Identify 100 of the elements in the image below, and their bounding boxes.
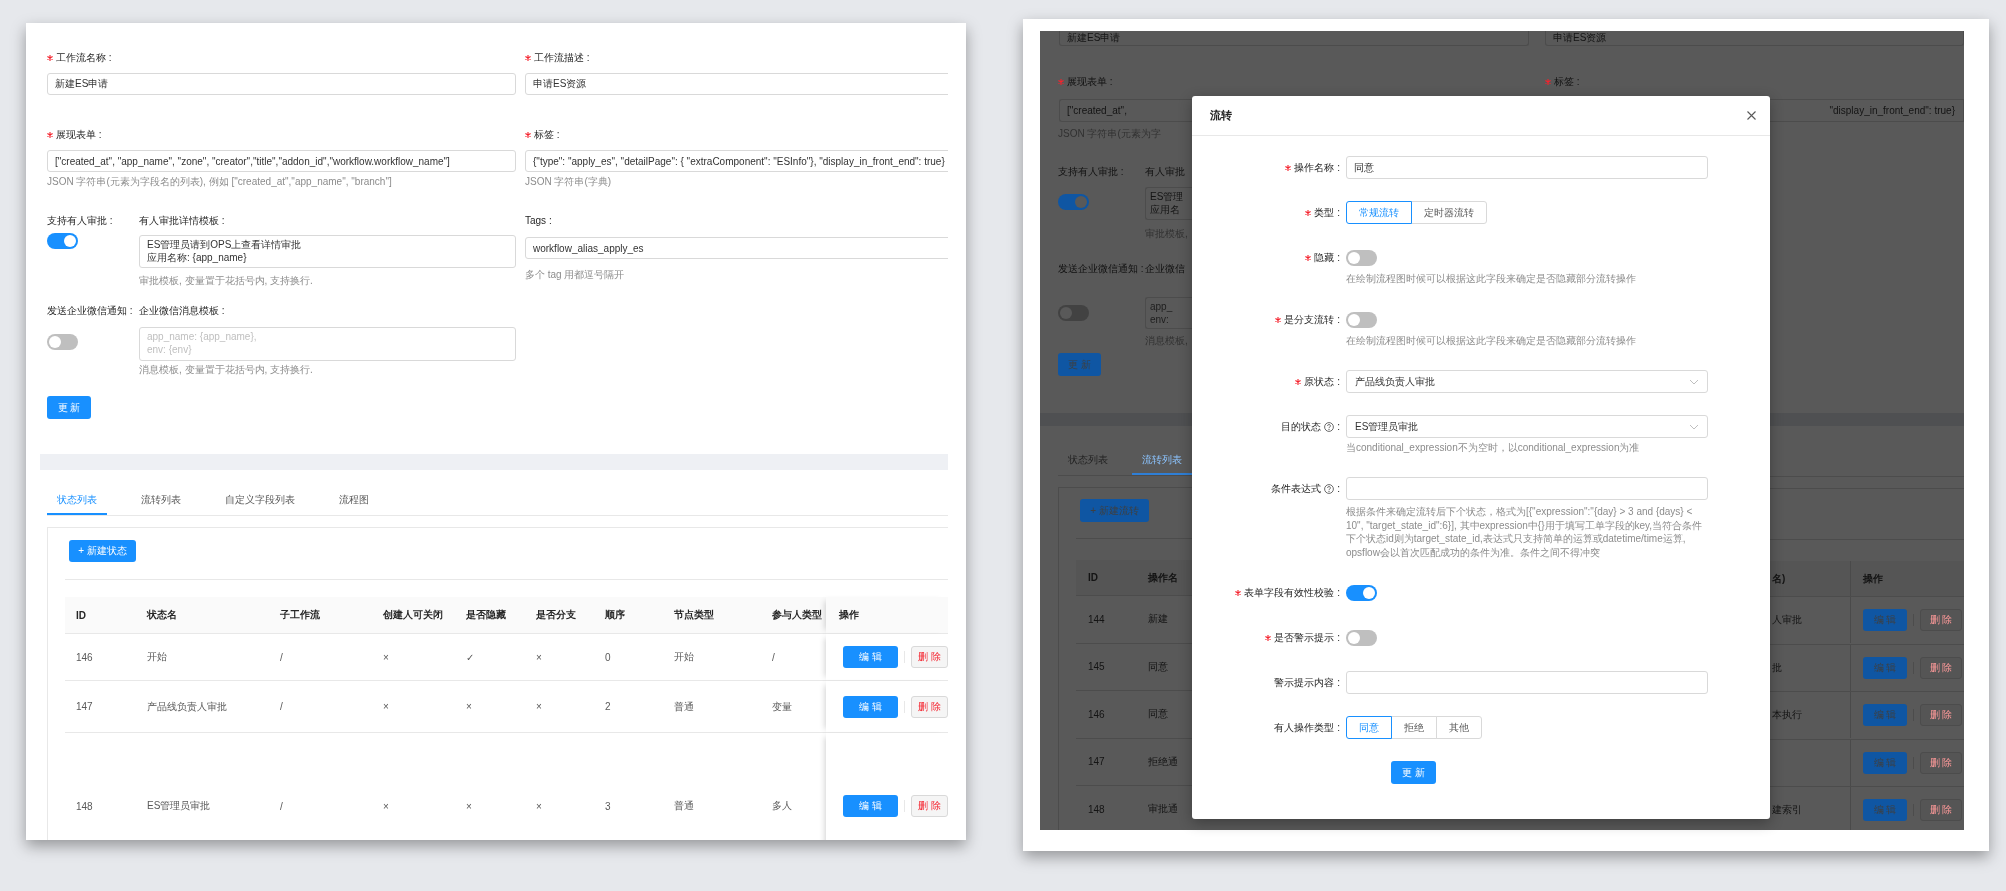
field-label: 有人审批 bbox=[1145, 165, 1185, 179]
label-colon: : bbox=[1337, 483, 1340, 494]
toggle-switch[interactable] bbox=[47, 334, 78, 350]
edit-button[interactable]: 编 辑 bbox=[843, 795, 899, 817]
select-field[interactable]: ES管理员审批 bbox=[1346, 415, 1708, 438]
field-hint: 审批模板, 变量置于花括号内, 支持换行. bbox=[139, 274, 314, 288]
toggle-switch[interactable] bbox=[1346, 311, 1377, 328]
tab[interactable]: 流转列表 bbox=[131, 487, 191, 515]
close-icon[interactable] bbox=[1747, 111, 1756, 120]
toggle-switch[interactable] bbox=[1346, 629, 1377, 646]
chevron-down-icon bbox=[1689, 378, 1699, 385]
edit-button[interactable]: 编 辑 bbox=[843, 695, 899, 718]
help-icon[interactable] bbox=[1324, 483, 1335, 494]
table-cell: 本执行 bbox=[1772, 709, 1802, 721]
text-field[interactable]: ["created_at", "app_name", "zone", "creator","title","addon_id","workflow.workflow_name"] bbox=[47, 150, 516, 172]
label-colon: : bbox=[1337, 421, 1340, 432]
table-cell: 0 bbox=[605, 651, 611, 663]
toggle-switch[interactable] bbox=[1346, 584, 1377, 601]
delete-button[interactable]: 删 除 bbox=[1920, 609, 1962, 632]
column-header: 顺序 bbox=[594, 597, 663, 634]
field-hint: 在绘制流程图时候可以根据这此字段来确定是否隐藏部分流转操作 bbox=[1346, 334, 1637, 348]
toggle-switch[interactable] bbox=[1346, 249, 1377, 266]
table-cell-text: 145 bbox=[1087, 661, 1106, 673]
field-label: 是否警示提示 : bbox=[1274, 630, 1340, 645]
delete-button[interactable]: 删 除 bbox=[1920, 799, 1962, 822]
field-label: 警示提示内容 : bbox=[1274, 675, 1340, 690]
field-label: 企业微信消息模板 : bbox=[139, 304, 225, 318]
tab[interactable]: 自定义字段列表 bbox=[215, 487, 305, 515]
text-field[interactable] bbox=[1346, 477, 1708, 500]
field-label: 发送企业微信通知 : bbox=[47, 304, 133, 318]
delete-button[interactable]: 删 除 bbox=[910, 795, 948, 817]
radio-button[interactable]: 常规流转 bbox=[1346, 201, 1412, 224]
radio-button[interactable]: 同意 bbox=[1346, 716, 1392, 739]
table-cell: 同意 bbox=[1148, 659, 1168, 674]
table-cell: × bbox=[536, 701, 542, 712]
toggle-switch[interactable] bbox=[1058, 194, 1089, 210]
table-cell: 普通 bbox=[674, 799, 694, 813]
table-cell: × bbox=[383, 651, 389, 663]
text-field[interactable]: ["created_at", bbox=[1059, 99, 1192, 122]
field-label: 有人操作类型 : bbox=[1274, 720, 1340, 735]
column-header: 子工作流 bbox=[269, 597, 372, 634]
table-cell-text: 146 bbox=[1087, 708, 1106, 720]
field-hint: JSON 字符串(字典) bbox=[525, 175, 613, 189]
table-cell: 147 bbox=[76, 701, 93, 712]
column-header: 是否隐藏 bbox=[455, 597, 525, 634]
column-header: 节点类型 bbox=[663, 597, 766, 634]
textarea-field[interactable]: ES管理员请到OPS上查看详情审批 应用名称: {app_name} bbox=[139, 235, 516, 268]
field-label: 原状态 : bbox=[1304, 374, 1340, 389]
field-label: Tags : bbox=[525, 214, 552, 228]
delete-button[interactable]: 删 除 bbox=[910, 646, 948, 668]
table-cell: × bbox=[466, 800, 472, 812]
field-hint: 消息模板, 变量置于花括号内, 支持换行. bbox=[139, 363, 314, 377]
delete-button[interactable]: 删 除 bbox=[1920, 656, 1962, 679]
help-icon[interactable] bbox=[1324, 421, 1335, 432]
text-field[interactable] bbox=[1346, 671, 1708, 694]
table-cell: 2 bbox=[605, 701, 611, 712]
text-field[interactable]: 新建ES申请 bbox=[47, 73, 516, 95]
field-label: 条件表达式 bbox=[1271, 481, 1322, 496]
table-cell: 产品线负责人审批 bbox=[147, 699, 227, 714]
radio-button[interactable]: 定时器流转 bbox=[1411, 201, 1487, 224]
field-label: 是分支流转 : bbox=[1284, 312, 1340, 327]
table-cell: / bbox=[280, 701, 283, 712]
update-button[interactable]: 更 新 bbox=[1391, 761, 1436, 784]
field-hint: 多个 tag 用都逗号隔开 bbox=[525, 268, 626, 282]
table-cell: 新建 bbox=[1148, 612, 1168, 627]
text-field[interactable]: 同意 bbox=[1346, 156, 1708, 179]
delete-button[interactable]: 删 除 bbox=[1920, 704, 1962, 727]
field-label: 类型 : bbox=[1314, 205, 1340, 220]
table-cell: × bbox=[466, 701, 472, 712]
select-field[interactable]: 产品线负责人审批 bbox=[1346, 370, 1708, 393]
text-field[interactable]: workflow_alias_apply_es bbox=[525, 237, 948, 259]
field-label: 工作流描述 : bbox=[534, 51, 590, 65]
delete-button[interactable]: 删 除 bbox=[910, 695, 948, 718]
column-header: 操作名 bbox=[1148, 570, 1178, 585]
edit-button[interactable]: 编 辑 bbox=[843, 646, 899, 668]
table-cell: 3 bbox=[605, 800, 611, 812]
text-field[interactable]: 申请ES资源 bbox=[525, 73, 948, 95]
radio-button[interactable]: 拒绝 bbox=[1391, 716, 1437, 739]
text-field[interactable]: "display_in_front_end": true} bbox=[1770, 99, 1964, 122]
toggle-switch[interactable] bbox=[47, 233, 78, 249]
field-label: 企业微信 bbox=[1145, 262, 1185, 276]
table-cell: 变量 bbox=[772, 699, 792, 714]
table-cell: × bbox=[536, 651, 542, 663]
table-cell: × bbox=[383, 800, 389, 812]
field-hint: 当conditional_expression不为空时，以conditional_expression为准 bbox=[1346, 441, 1641, 455]
tab[interactable]: 流程图 bbox=[329, 487, 379, 515]
field-label: 表单字段有效性校验 : bbox=[1244, 585, 1340, 600]
field-label: 隐藏 : bbox=[1314, 250, 1340, 265]
radio-button[interactable]: 其他 bbox=[1436, 716, 1482, 739]
text-field[interactable]: 新建ES申请 bbox=[1059, 31, 1529, 46]
column-header: 是否分支 bbox=[525, 597, 594, 634]
table-cell: × bbox=[536, 800, 542, 812]
table-cell: 普通 bbox=[674, 699, 694, 714]
tab[interactable]: 状态列表 bbox=[47, 487, 107, 515]
table-cell: × bbox=[383, 701, 389, 712]
update-button[interactable]: 更 新 bbox=[47, 396, 91, 419]
new-state-button[interactable]: + 新建状态 bbox=[69, 540, 136, 562]
delete-button[interactable]: 删 除 bbox=[1920, 751, 1962, 774]
text-field[interactable]: {"type": "apply_es", "detailPage": { "extraComponent": "ESInfo"}, "display_in_front_end": true} bbox=[525, 150, 948, 172]
table-cell: ES管理员审批 bbox=[147, 799, 211, 813]
